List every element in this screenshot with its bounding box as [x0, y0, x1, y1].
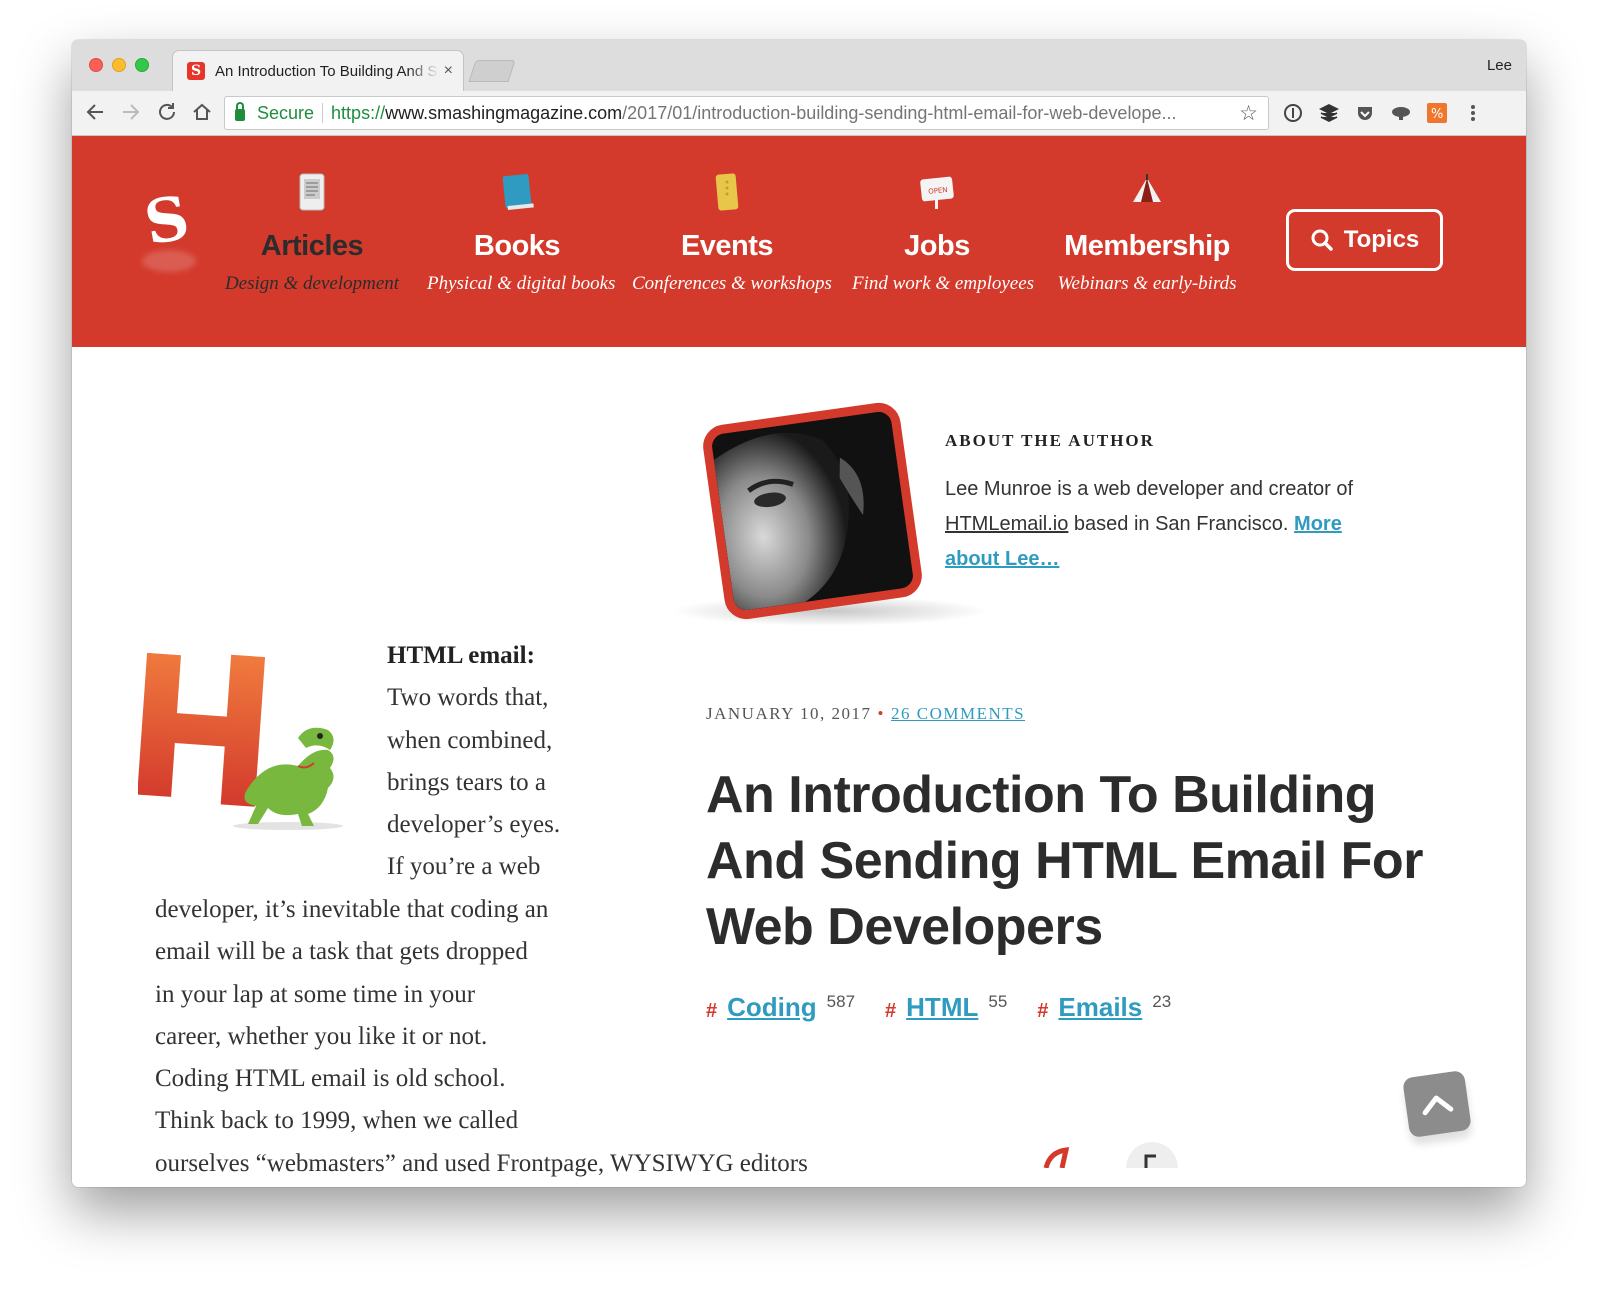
lead-bold: HTML email: — [387, 642, 535, 669]
smashing-favicon-icon: S — [187, 62, 205, 80]
chevron-up-icon — [1422, 1095, 1454, 1116]
secure-label: Secure — [257, 102, 315, 123]
search-icon — [1311, 229, 1333, 251]
tab-close-icon[interactable]: × — [444, 62, 453, 80]
onepassword-extension-icon[interactable] — [1282, 102, 1304, 124]
topics-button[interactable]: Topics — [1286, 209, 1443, 271]
back-to-top-button[interactable] — [1402, 1069, 1472, 1139]
open-sign-icon: OPEN — [920, 176, 954, 209]
nav-books[interactable]: Books Physical & digital books — [427, 172, 616, 295]
minimize-window-button[interactable] — [112, 58, 126, 72]
about-author-heading: ABOUT THE AUTHOR — [945, 431, 1155, 450]
omnibox-divider — [322, 103, 324, 123]
comments-link[interactable]: 26 COMMENTS — [891, 704, 1025, 723]
tag-count: 55 — [988, 992, 1008, 1011]
tag-html[interactable]: # HTML 55 — [885, 992, 1007, 1023]
author-portrait-image — [704, 410, 915, 622]
percent-extension-icon[interactable]: % — [1426, 102, 1448, 124]
new-tab-button[interactable] — [468, 60, 516, 82]
profile-name[interactable]: Lee — [1487, 57, 1512, 74]
ticket-icon — [715, 173, 739, 211]
nav-label: Jobs — [904, 230, 970, 262]
browser-toolbar: Secure https://www.smashingmagazine.com/… — [72, 91, 1526, 136]
logo-reflection — [142, 250, 196, 272]
nav-jobs[interactable]: OPEN Jobs Find work & employees — [852, 172, 1035, 295]
tag-name[interactable]: Emails — [1058, 992, 1142, 1023]
address-bar[interactable]: Secure https://www.smashingmagazine.com/… — [224, 96, 1269, 130]
partial-illustration — [1043, 1142, 1178, 1168]
close-window-button[interactable] — [89, 58, 103, 72]
smashing-logo[interactable]: S — [133, 183, 200, 259]
tab-title: An Introduction To Building And Sending … — [215, 62, 439, 80]
about-author-text: Lee Munroe is a web developer and creato… — [945, 478, 1354, 570]
url-text[interactable]: https://www.smashingmagazine.com/2017/01… — [331, 103, 1231, 124]
nav-sub: Webinars & early-birds — [1057, 273, 1237, 294]
tag-name[interactable]: Coding — [727, 992, 817, 1023]
nav-label: Events — [680, 230, 774, 262]
nav-sub: Physical & digital books — [427, 273, 616, 294]
nav-label: Articles — [260, 230, 364, 262]
htmlemail-link[interactable]: HTMLemail.io — [945, 513, 1068, 535]
bookmark-star-icon[interactable]: ☆ — [1239, 101, 1258, 126]
menu-dots-icon[interactable] — [1462, 102, 1484, 124]
nav-sub: Find work & employees — [852, 273, 1035, 294]
nav-sub: Conferences & workshops — [632, 273, 832, 294]
reload-icon[interactable] — [156, 101, 178, 129]
cloud-extension-icon[interactable] — [1390, 102, 1412, 124]
nav-events[interactable]: Events Conferences & workshops — [632, 172, 832, 295]
article-lead: HTML email: Two words that, when combine… — [387, 642, 561, 881]
tag-coding[interactable]: # Coding 587 — [706, 992, 855, 1023]
pocket-extension-icon[interactable] — [1354, 102, 1376, 124]
back-arrow-icon[interactable] — [84, 101, 106, 129]
tag-list: # Coding 587 # HTML 55 # Emails 23 — [706, 992, 1171, 1023]
site-header: S Articles Design & development Books Ph… — [72, 136, 1526, 347]
buffer-extension-icon[interactable] — [1318, 102, 1340, 124]
lock-icon — [235, 102, 245, 121]
book-icon — [502, 173, 534, 211]
tab-bar: S An Introduction To Building And Sendin… — [72, 40, 1526, 91]
zoom-window-button[interactable] — [135, 58, 149, 72]
nav-label: Membership — [1064, 230, 1230, 262]
active-tab[interactable]: S An Introduction To Building And Sendin… — [172, 50, 464, 91]
svg-text:%: % — [1431, 107, 1443, 122]
nav-label: Books — [473, 230, 561, 262]
tag-name[interactable]: HTML — [906, 992, 978, 1023]
browser-window: S An Introduction To Building And Sendin… — [72, 40, 1526, 1187]
article-date: JANUARY 10, 2017 — [706, 704, 872, 723]
author-photo[interactable] — [700, 400, 925, 622]
home-icon[interactable] — [191, 101, 213, 129]
ebook-reader-icon — [299, 173, 325, 211]
article-title: An Introduction To Building And Sending … — [706, 766, 1423, 956]
tag-count: 587 — [826, 992, 856, 1011]
article-meta: JANUARY 10, 2017 • 26 COMMENTS — [706, 704, 1026, 723]
tag-count: 23 — [1152, 992, 1172, 1011]
dropcap-h-dinosaur-illustration — [138, 652, 343, 830]
nav-sub: Design & development — [224, 273, 400, 294]
forward-arrow-icon[interactable] — [120, 101, 142, 129]
nav-membership[interactable]: Membership Webinars & early-birds — [1057, 172, 1237, 295]
nav-articles[interactable]: Articles Design & development — [217, 172, 407, 295]
tag-emails[interactable]: # Emails 23 — [1037, 992, 1171, 1023]
tent-icon — [1133, 174, 1161, 202]
topics-label: Topics — [1343, 226, 1420, 253]
